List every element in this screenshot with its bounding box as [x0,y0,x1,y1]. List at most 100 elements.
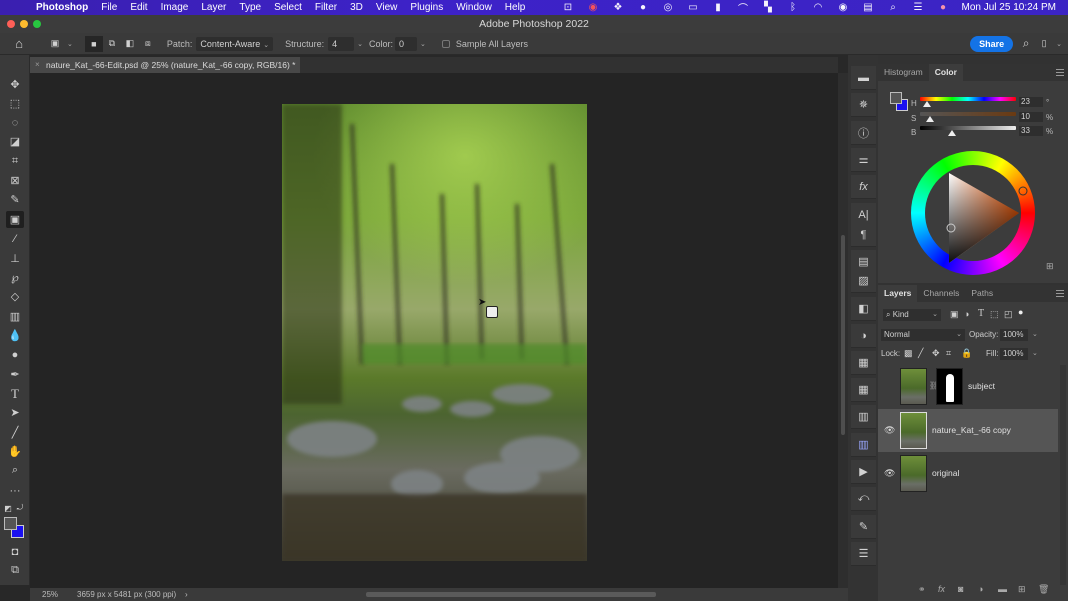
layer-name[interactable]: original [932,468,959,478]
sample-all-layers-checkbox[interactable] [441,39,450,48]
adjustments-icon[interactable]: ◑ [851,324,876,348]
pen-tool-icon[interactable]: ✒ [6,366,24,383]
menu-plugins[interactable]: Plugins [410,2,443,13]
layer-row-nature-copy[interactable]: 👁 nature_Kat_-66 copy [878,409,1058,452]
lock-artboard-icon[interactable]: ⌗ [946,348,951,359]
menu-view[interactable]: View [376,2,398,13]
filter-shape-icon[interactable]: ⬚ [990,309,999,320]
menubar-clock[interactable]: Mon Jul 25 10:24 PM [962,2,1057,13]
menu-image[interactable]: Image [161,2,189,13]
saturation-slider[interactable] [920,112,1016,116]
object-selection-tool-icon[interactable]: ◪ [6,133,24,150]
arc-icon[interactable]: ⌒ [731,0,756,15]
eraser-tool-icon[interactable]: ◇ [6,288,24,305]
airplay-icon[interactable]: ▭ [681,2,706,13]
new-adjustment-layer-icon[interactable]: ◑ [978,584,983,594]
status-chevron-icon[interactable]: › [185,588,188,601]
layer-row-subject[interactable]: ⛓ subject [878,365,1058,408]
s-value-input[interactable]: 10 [1019,112,1043,122]
brightness-slider-thumb[interactable] [948,130,956,136]
glyphs-icon[interactable]: ◧ [851,297,876,321]
zoom-tool-icon[interactable]: ⌕ [6,462,24,479]
delete-layer-icon[interactable]: 🗑 [1038,584,1049,595]
color-chevron-icon[interactable]: ⌄ [420,40,426,48]
eyedropper-tool-icon[interactable]: ✎ [6,191,24,208]
screen-record-icon[interactable]: ⊡ [556,2,581,13]
clone-stamp-tool-icon[interactable]: ⊥ [6,250,24,267]
quick-mask-icon[interactable]: ◘ [6,543,24,560]
filter-type-icon[interactable]: T [978,308,984,319]
selection-intersect-icon[interactable]: ⧈ [139,36,157,52]
menu-type[interactable]: Type [239,2,261,13]
paragraph-icon[interactable]: ¶ [851,223,876,247]
screen-mode-icon[interactable]: ⧉ [6,562,24,579]
share-button[interactable]: Share [970,35,1014,52]
layer-mask-thumbnail[interactable] [936,368,963,405]
layer-name[interactable]: nature_Kat_-66 copy [932,425,1011,435]
comments-icon[interactable]: ▬ [851,66,876,90]
dodge-tool-icon[interactable]: ● [6,346,24,363]
lock-all-icon[interactable]: 🔒 [961,348,972,359]
layer-style-fx-icon[interactable]: fx [938,584,945,594]
styles-icon[interactable]: fx [851,175,876,199]
spotlight-search-icon[interactable]: ⌕ [881,2,906,13]
frame-tool-icon[interactable]: ⊠ [6,172,24,189]
layer-filter-kind-select[interactable]: ⌕ Kind ⌄ [883,309,941,321]
patterns-icon[interactable]: ▦ [851,378,876,402]
h-value-input[interactable]: 23 [1019,97,1043,107]
visibility-eye-icon[interactable]: 👁 [884,468,895,479]
siri-icon[interactable]: ● [931,2,956,13]
filter-smart-object-icon[interactable]: ◰ [1004,309,1013,320]
lock-image-icon[interactable]: ╱ [918,348,923,359]
notes-icon[interactable]: ▨ [851,269,876,293]
swatches-icon[interactable]: ▦ [851,351,876,375]
zoom-level[interactable]: 25% [42,588,58,601]
lock-transparent-icon[interactable]: ▩ [904,348,913,359]
lasso-tool-icon[interactable]: ◌ [6,114,24,131]
menu-app-photoshop[interactable]: Photoshop [36,2,88,13]
link-layers-icon[interactable]: ⚭ [918,584,926,595]
swap-colors-icon[interactable]: ⤾ [15,503,25,513]
properties-icon[interactable]: ⚌ [851,148,876,172]
vertical-scrollbar-thumb[interactable] [841,235,845,435]
dropbox-icon[interactable]: ❖ [606,2,631,13]
brush-settings-icon[interactable]: ☰ [851,542,876,566]
brush-tool-icon[interactable]: ⁄ [6,230,24,247]
document-info[interactable]: 3659 px x 5481 px (300 ppi) [77,588,176,601]
color-triangle[interactable] [911,151,1035,275]
type-tool-icon[interactable]: T [6,385,24,402]
screencast-icon[interactable]: ◎ [656,2,681,13]
menu-select[interactable]: Select [274,2,302,13]
grid-app-icon[interactable]: ● [631,2,656,13]
minimize-window-button[interactable] [20,20,28,28]
tab-layers[interactable]: Layers [878,285,918,302]
document-tab[interactable]: × nature_Kat_-66-Edit.psd @ 25% (nature_… [30,57,300,73]
structure-input[interactable]: 4 [328,36,355,51]
window-manager-icon[interactable]: ▚ [756,2,781,13]
user-icon[interactable]: ◉ [831,2,856,13]
blend-mode-select[interactable]: Normal ⌄ [881,329,965,341]
visibility-eye-icon[interactable]: 👁 [884,425,895,436]
default-colors-icon[interactable]: ◩ [3,503,13,513]
menu-layer[interactable]: Layer [201,2,226,13]
menu-window[interactable]: Window [456,2,492,13]
creative-cloud-icon[interactable]: ◉ [581,2,606,13]
workspace-icon[interactable]: ▯ [1035,36,1053,52]
brushes-icon[interactable]: ✎ [851,515,876,539]
panel-menu-icon[interactable] [1056,69,1064,76]
home-icon[interactable]: ⌂ [10,36,28,52]
tab-histogram[interactable]: Histogram [878,64,929,81]
bluetooth-icon[interactable]: ᛒ [781,2,806,13]
horizontal-scrollbar-thumb[interactable] [366,592,656,597]
vertical-scrollbar[interactable] [838,73,848,588]
filter-adjustment-icon[interactable]: ◑ [964,309,969,319]
color-foreground-swatch[interactable] [890,92,902,104]
close-window-button[interactable] [7,20,15,28]
move-tool-icon[interactable]: ✥ [6,76,24,93]
opacity-input[interactable]: 100% [1000,329,1028,341]
history-icon[interactable]: ⤺ [851,487,876,511]
hand-tool-icon[interactable]: ✋ [6,443,24,460]
search-icon[interactable]: ⌕ [1017,36,1035,52]
saturation-slider-thumb[interactable] [926,116,934,122]
selection-new-icon[interactable]: ■ [84,35,103,52]
